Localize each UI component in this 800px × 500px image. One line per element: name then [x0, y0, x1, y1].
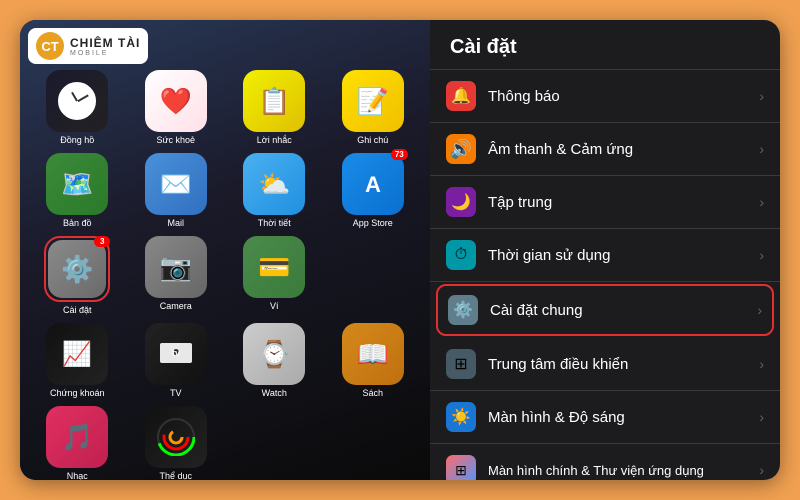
chungkhoan-icon: 📈 [62, 340, 92, 369]
app-thoitiet-label: Thời tiết [258, 218, 291, 228]
app-sach-label: Sách [362, 388, 383, 398]
manhinh2-label: Màn hình chính & Thư viện ứng dụng [488, 463, 759, 478]
app-theduc[interactable]: Thể dục [129, 406, 224, 480]
settings-item-trungtam[interactable]: ⊞ Trung tâm điều khiển › [430, 338, 780, 391]
caidatchung-chevron: › [757, 302, 762, 318]
settings-item-thoigian[interactable]: ⏱ Thời gian sử dụng › [430, 229, 780, 282]
app-dongho[interactable]: Đồng hồ [30, 70, 125, 145]
app-vi[interactable]: 💳 Ví [227, 236, 322, 315]
settings-item-amthanh[interactable]: 🔊 Âm thanh & Cảm ứng › [430, 123, 780, 176]
caidatchung-label: Cài đặt chung [490, 302, 757, 319]
app-mail-label: Mail [167, 218, 184, 228]
app-thoitiet[interactable]: ⛅ Thời tiết [227, 153, 322, 228]
taptrung-chevron: › [759, 194, 764, 210]
settings-item-thongbao[interactable]: 🔔 Thông báo › [430, 70, 780, 123]
caidatchung-icon: ⚙️ [448, 295, 478, 325]
maninh-chevron: › [759, 409, 764, 425]
appstore-icon: A [356, 167, 390, 201]
bando-icon: 🗺️ [61, 169, 93, 200]
trungtam-icon: ⊞ [446, 349, 476, 379]
amthanh-label: Âm thanh & Cảm ứng [488, 141, 759, 158]
settings-item-caidatchung[interactable]: ⚙️ Cài đặt chung › [436, 284, 774, 336]
amthanh-icon: 🔊 [446, 134, 476, 164]
thongbao-chevron: › [759, 88, 764, 104]
app-suckoe[interactable]: ❤️ Sức khoẻ [129, 70, 224, 145]
app-tv[interactable]: tv TV [129, 323, 224, 398]
vi-icon: 💳 [258, 252, 290, 283]
app-tv-label: TV [170, 388, 182, 398]
app-watch-label: Watch [262, 388, 287, 398]
settings-list: 🔔 Thông báo › 🔊 Âm thanh & Cảm ứng › 🌙 T… [430, 70, 780, 480]
app-watch[interactable]: ⌚ Watch [227, 323, 322, 398]
app-nhac[interactable]: 🎵 Nhạc [30, 406, 125, 480]
camera-icon: 📷 [160, 252, 192, 283]
logo-text: CHIÊM TÀI MOBILE [70, 36, 140, 57]
trungtam-chevron: › [759, 356, 764, 372]
mail-icon: ✉️ [160, 169, 192, 200]
app-caidat-label: Cài đặt [63, 305, 92, 315]
maninh-label: Màn hình & Độ sáng [488, 409, 759, 426]
app-chungkhoan[interactable]: 📈 Chứng khoán [30, 323, 125, 398]
caidat-icon: ⚙️ [61, 254, 93, 285]
activity-icon [157, 418, 195, 456]
nhac-icon: 🎵 [61, 422, 93, 453]
taptrung-label: Tập trung [488, 194, 759, 211]
app-sach[interactable]: 📖 Sách [326, 323, 421, 398]
settings-item-maninh[interactable]: ☀️ Màn hình & Độ sáng › [430, 391, 780, 444]
app-ghichu-label: Ghi chú [357, 135, 388, 145]
app-bando-label: Bản đồ [63, 218, 92, 228]
app-vi-label: Ví [270, 301, 279, 311]
amthanh-chevron: › [759, 141, 764, 157]
app-grid: Đồng hồ ❤️ Sức khoẻ 📋 Lời nhắc 📝 Ghi chú [30, 70, 420, 480]
app-camera[interactable]: 📷 Camera [129, 236, 224, 315]
app-ghichu[interactable]: 📝 Ghi chú [326, 70, 421, 145]
app-dongho-label: Đồng hồ [60, 135, 94, 145]
main-container: CT CHIÊM TÀI MOBILE Đồng hồ ❤️ [20, 20, 780, 480]
suckoe-icon: ❤️ [160, 86, 192, 117]
app-suckoe-label: Sức khoẻ [156, 135, 195, 145]
sach-icon: 📖 [357, 339, 389, 370]
ghichu-icon: 📝 [357, 86, 389, 117]
chiemtai-logo: CT CHIÊM TÀI MOBILE [28, 28, 148, 64]
logo-sub: MOBILE [70, 50, 140, 57]
app-caidat[interactable]: ⚙️ 3 Cài đặt [30, 236, 125, 315]
settings-panel: Cài đặt 🔔 Thông báo › 🔊 Âm thanh & Cảm ứ… [430, 20, 780, 480]
app-theduc-label: Thể dục [159, 471, 192, 480]
app-loinhan[interactable]: 📋 Lời nhắc [227, 70, 322, 145]
thoitiet-icon: ⛅ [258, 169, 290, 200]
clock-minute-hand [77, 94, 88, 101]
thoigian-chevron: › [759, 247, 764, 263]
thoigian-icon: ⏱ [446, 240, 476, 270]
manhinh2-chevron: › [759, 462, 764, 478]
app-mail[interactable]: ✉️ Mail [129, 153, 224, 228]
app-appstore-label: App Store [353, 218, 393, 228]
watch-icon: ⌚ [258, 339, 290, 370]
app-bando[interactable]: 🗺️ Bản đồ [30, 153, 125, 228]
appletv-icon: tv [158, 341, 194, 367]
appstore-badge: 73 [391, 149, 408, 160]
thongbao-icon: 🔔 [446, 81, 476, 111]
logo-icon: CT [36, 32, 64, 60]
svg-text:A: A [365, 172, 381, 197]
settings-title: Cài đặt [430, 20, 780, 70]
settings-item-manhinh2[interactable]: ⊞ Màn hình chính & Thư viện ứng dụng › [430, 444, 780, 480]
app-nhac-label: Nhạc [67, 471, 88, 480]
logo-name: CHIÊM TÀI [70, 36, 140, 50]
thoigian-label: Thời gian sử dụng [488, 247, 759, 264]
clock-face [58, 82, 96, 120]
manhinh2-icon: ⊞ [446, 455, 476, 480]
app-loinhan-label: Lời nhắc [257, 135, 292, 145]
app-chungkhoan-label: Chứng khoán [50, 388, 105, 398]
thongbao-label: Thông báo [488, 88, 759, 105]
app-appstore[interactable]: A 73 App Store [326, 153, 421, 228]
trungtam-label: Trung tâm điều khiển [488, 356, 759, 373]
app-camera-label: Camera [160, 301, 192, 311]
iphone-screen: CT CHIÊM TÀI MOBILE Đồng hồ ❤️ [20, 20, 430, 480]
taptrung-icon: 🌙 [446, 187, 476, 217]
svg-text:tv: tv [172, 348, 180, 358]
loinhan-icon: 📋 [258, 86, 290, 117]
settings-item-taptrung[interactable]: 🌙 Tập trung › [430, 176, 780, 229]
maninh-icon: ☀️ [446, 402, 476, 432]
caidat-badge: 3 [94, 236, 110, 247]
